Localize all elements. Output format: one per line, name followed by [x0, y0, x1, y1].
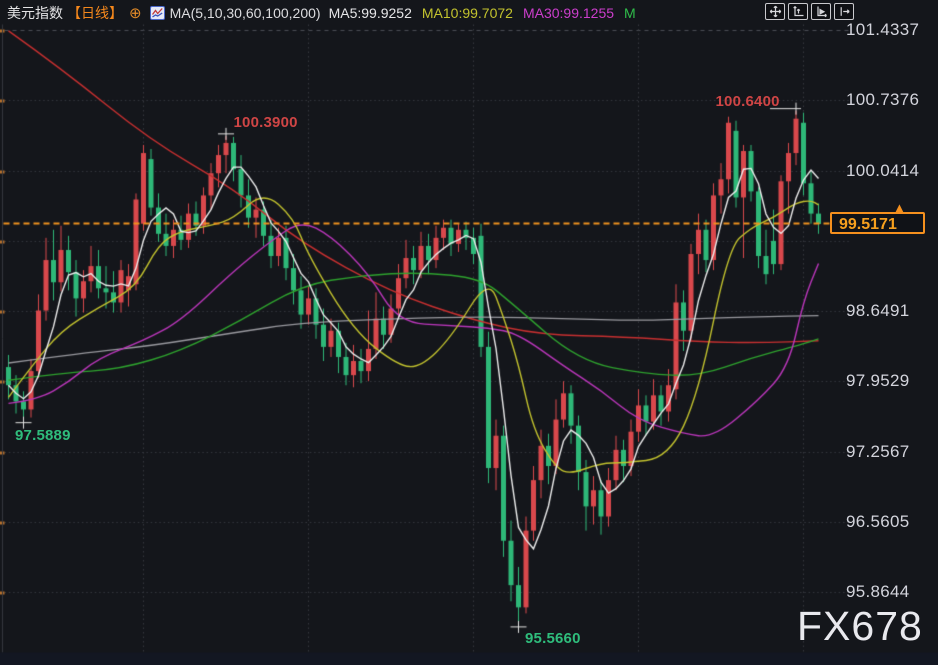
axis-tick-label: 100.0414: [846, 160, 920, 180]
high-price-annotation: 100.3900: [233, 114, 298, 132]
chart-style-icon[interactable]: [149, 6, 165, 20]
ma60-value-label-truncated: M: [624, 5, 636, 21]
symbol-name: 美元指数: [7, 5, 63, 21]
shift-right-button[interactable]: [834, 3, 854, 20]
low-price-annotation: 97.5889: [15, 427, 71, 445]
ma30-value-label: MA30:99.1255: [522, 5, 615, 21]
candlestick-chart[interactable]: [0, 0, 938, 665]
axis-tick-label: 95.8644: [846, 582, 910, 602]
zoom-axis-right-button[interactable]: [811, 3, 831, 20]
axis-tick-label: 98.6491: [846, 301, 910, 321]
axis-tick-label: 97.2567: [846, 441, 910, 461]
timeframe-selector[interactable]: 【日线】: [67, 3, 123, 23]
axis-tick-label: 101.4337: [846, 20, 920, 39]
chart-window: 美元指数 【日线】 ⊕ MA(5,10,30,60,100,200) MA5:9…: [0, 0, 938, 665]
pan-tool-button[interactable]: [765, 3, 785, 20]
axis-tick-label: 97.9529: [846, 371, 910, 391]
fx678-watermark: FX678: [797, 603, 923, 649]
add-indicator-icon[interactable]: ⊕: [129, 4, 142, 22]
high-price-annotation: 100.6400: [715, 93, 780, 111]
ma5-value-label: MA5:99.9252: [328, 5, 412, 21]
current-price-badge: 99.5171: [830, 212, 925, 234]
axis-tick-label: 96.5605: [846, 511, 910, 531]
chart-toolbar: [765, 3, 854, 20]
low-price-annotation: 95.5660: [525, 630, 581, 648]
ma10-value-label: MA10:99.7072: [421, 5, 513, 21]
price-up-arrow-icon: ▲: [893, 200, 906, 215]
axis-tick-label: 100.7376: [846, 90, 920, 110]
zoom-axis-up-button[interactable]: [788, 3, 808, 20]
ma-params-label: MA(5,10,30,60,100,200): [169, 5, 321, 21]
chart-header: 美元指数 【日线】 ⊕ MA(5,10,30,60,100,200) MA5:9…: [7, 3, 636, 23]
